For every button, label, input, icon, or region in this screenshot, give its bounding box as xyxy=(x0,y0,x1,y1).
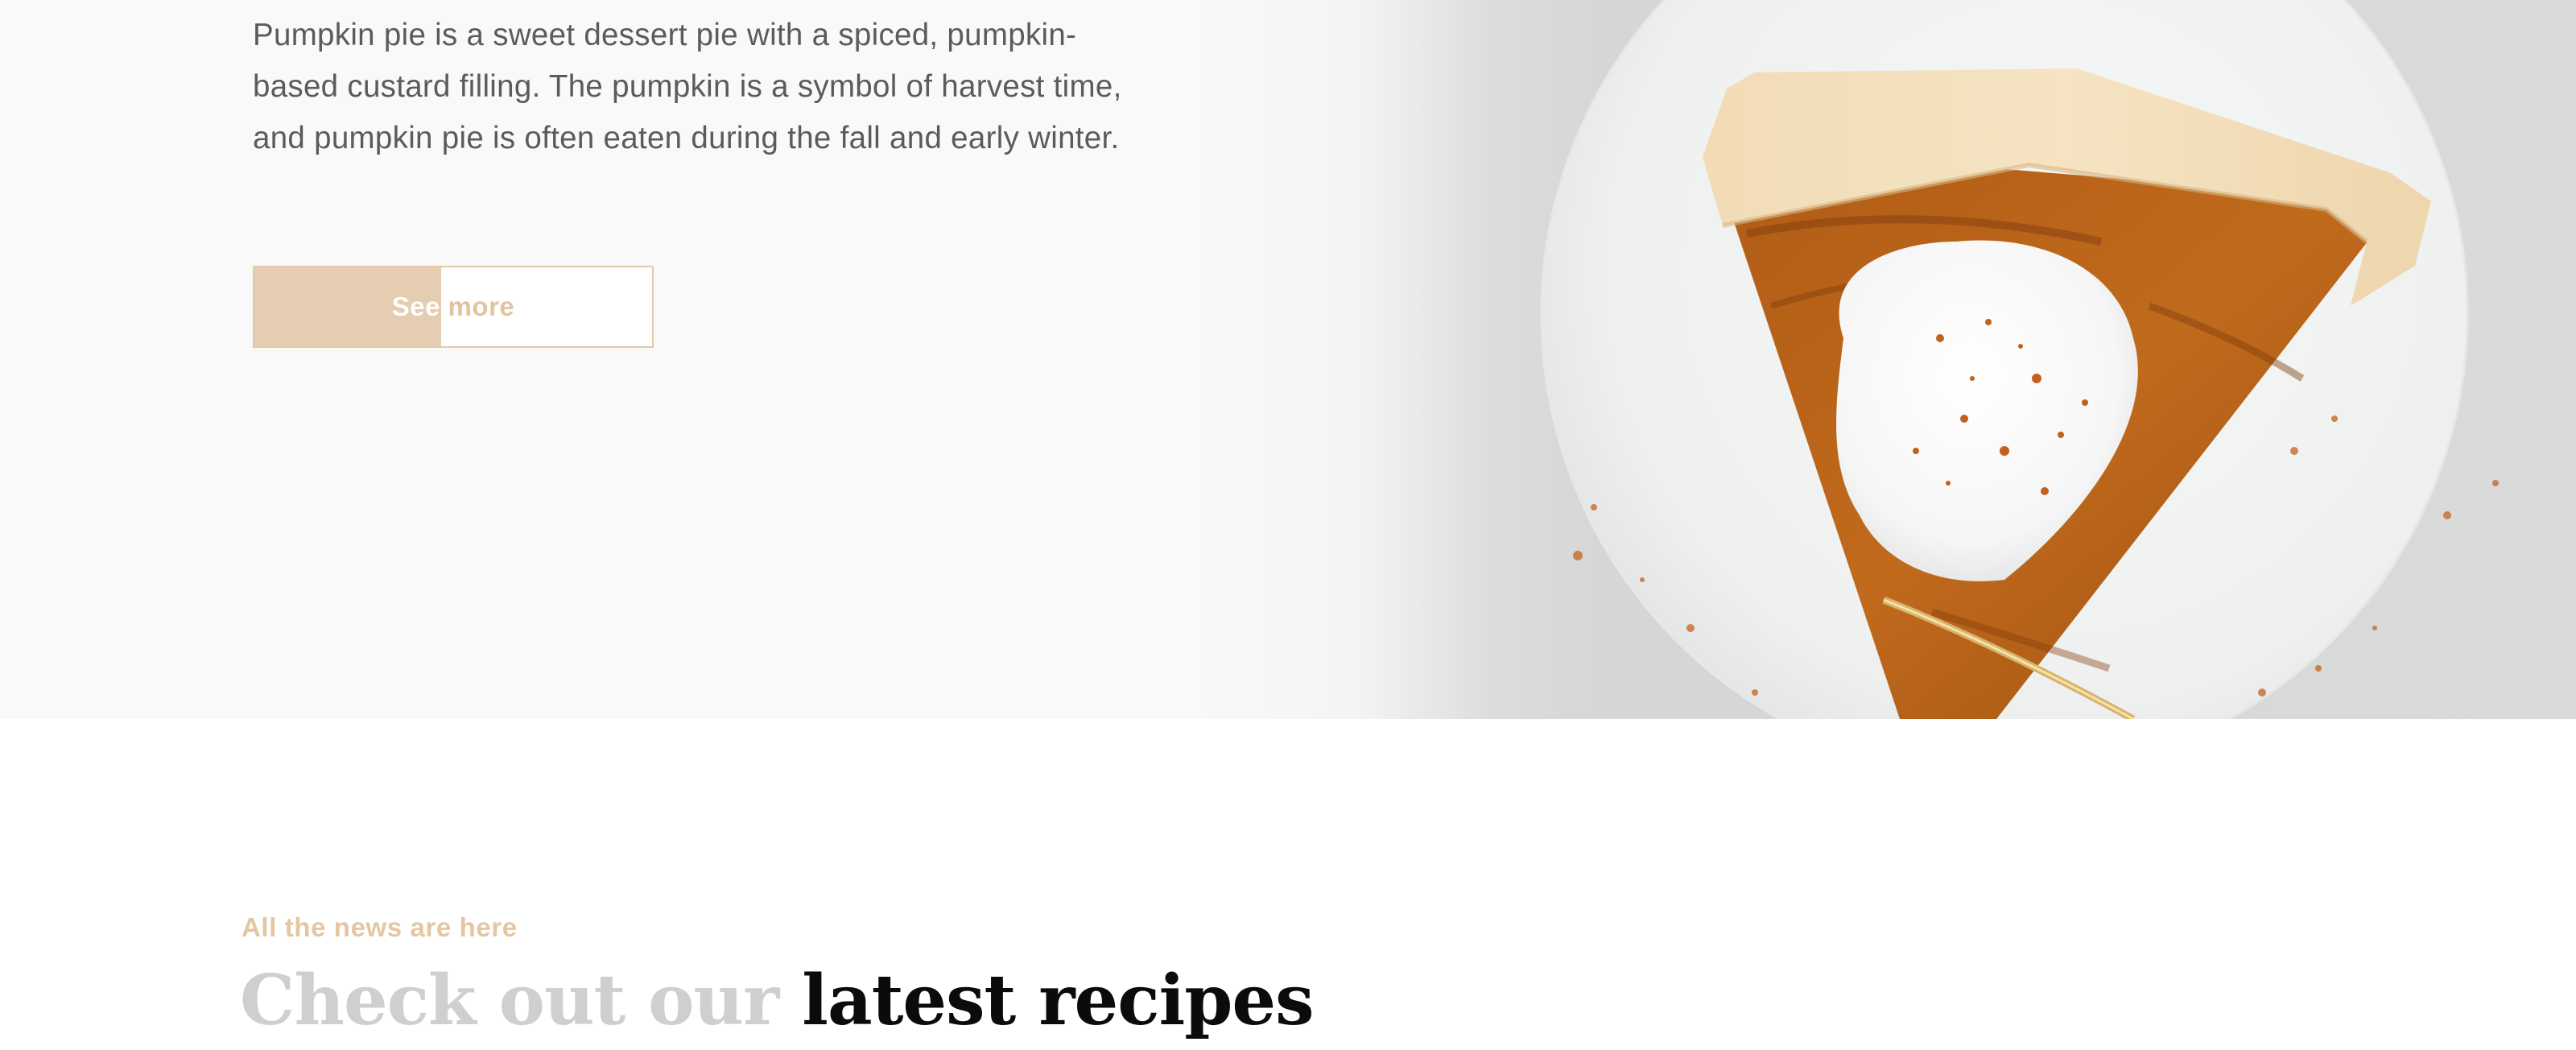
latest-heading: Check out our latest recipes xyxy=(240,957,1315,1045)
see-more-label: See more xyxy=(254,291,652,322)
hero-description: Pumpkin pie is a sweet dessert pie with … xyxy=(253,18,1122,155)
page: Pumpkin pie is a sweet dessert pie with … xyxy=(0,0,2576,1050)
hero-section: Pumpkin pie is a sweet dessert pie with … xyxy=(0,0,2576,719)
latest-heading-muted: Check out our xyxy=(240,960,779,1041)
latest-eyebrow: All the news are here xyxy=(242,912,518,942)
latest-heading-strong: latest recipes xyxy=(802,960,1314,1041)
see-more-button[interactable]: See more xyxy=(253,266,654,348)
pumpkin-pie-image xyxy=(1191,0,2576,719)
